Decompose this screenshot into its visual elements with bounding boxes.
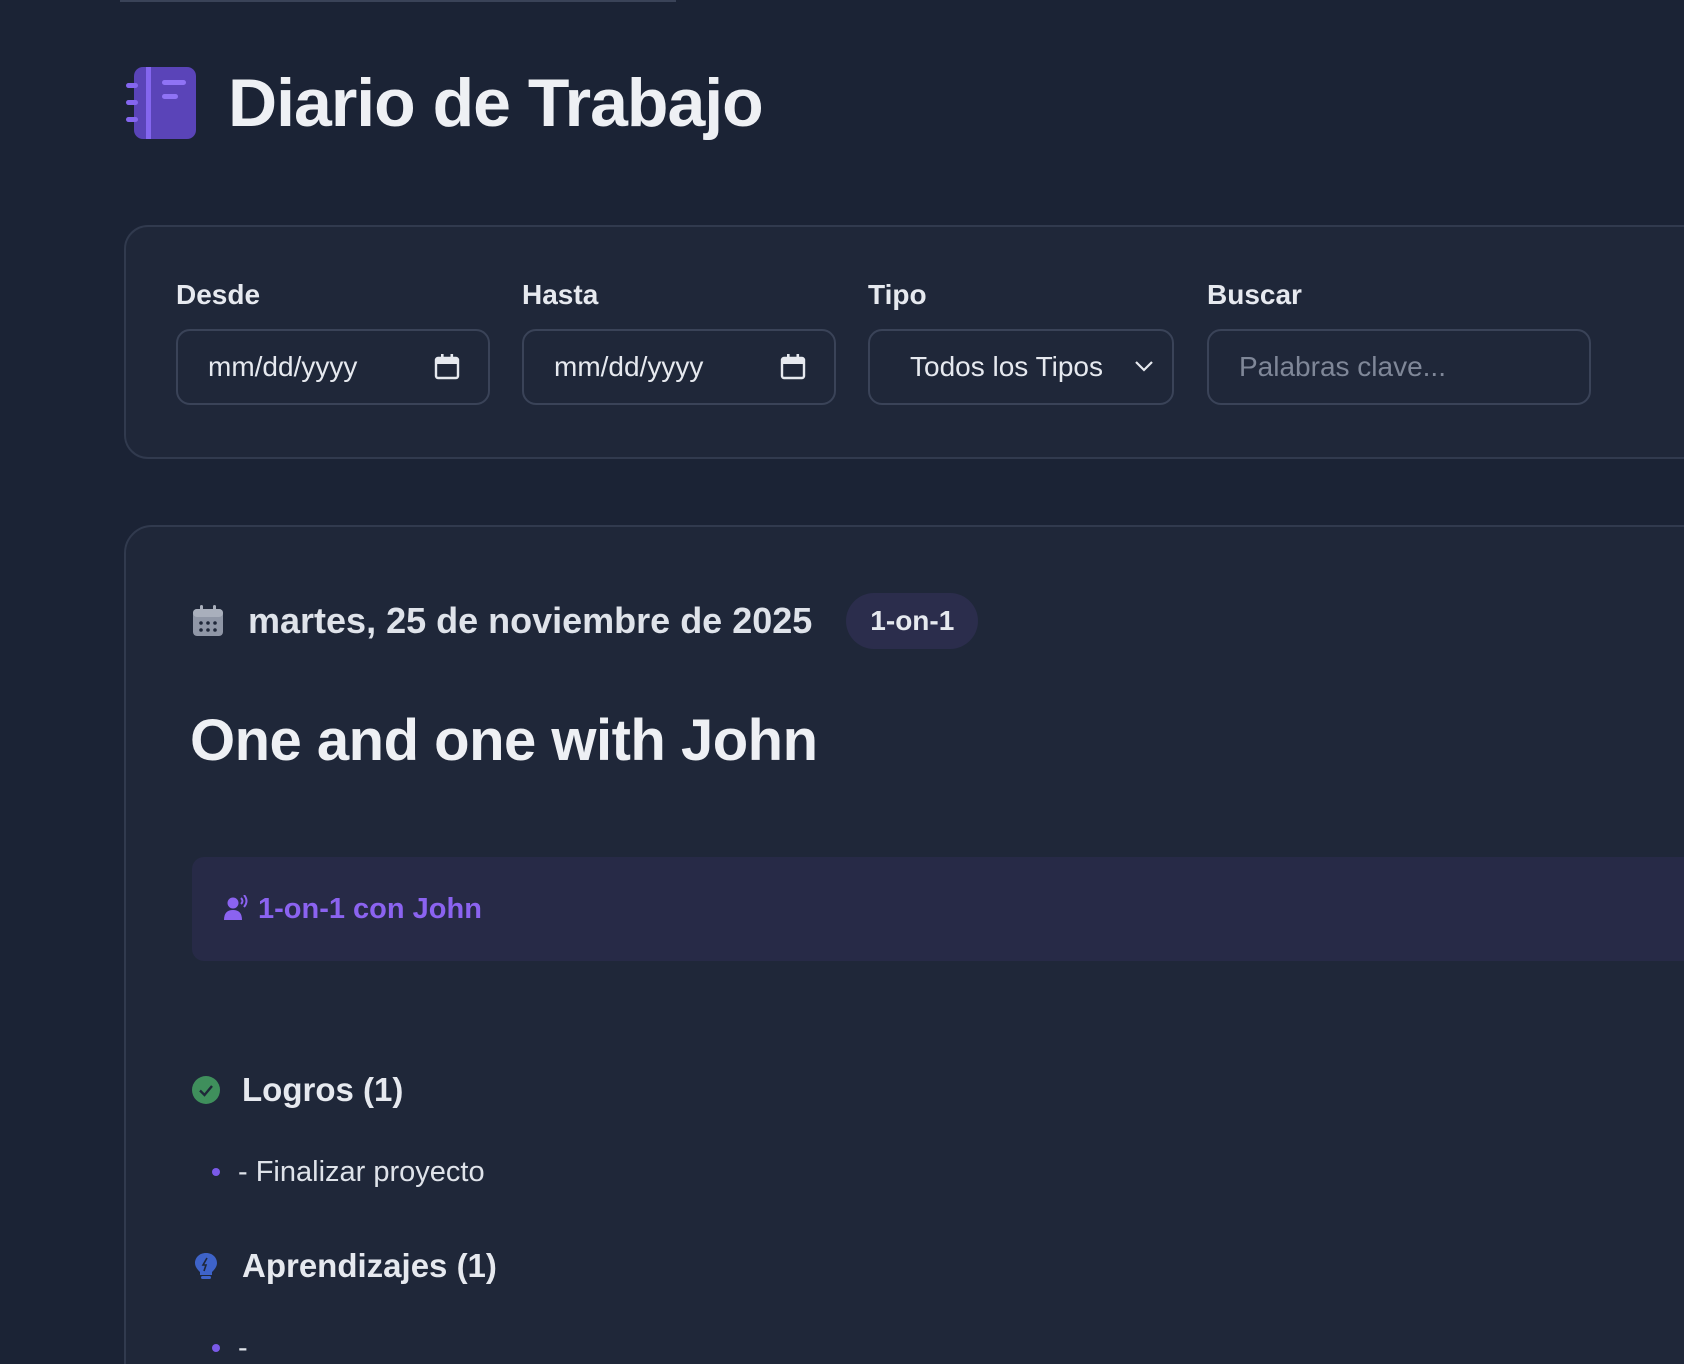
- section-logros: Logros (1): [192, 1065, 403, 1115]
- list-item-text: -: [238, 1331, 248, 1364]
- calendar-icon: [193, 605, 223, 636]
- person-speaking-icon: [224, 895, 248, 920]
- notebook-icon: [126, 67, 196, 139]
- page-header: Diario de Trabajo: [126, 65, 764, 141]
- entry-card: martes, 25 de noviembre de 2025 1-on-1 O…: [124, 525, 1684, 1364]
- filter-type-label: Tipo: [868, 279, 927, 310]
- filter-from: Desde mm/dd/yyyy: [176, 279, 490, 405]
- meeting-label: 1-on-1 con John: [258, 892, 482, 925]
- meeting-box: 1-on-1 con John: [192, 857, 1684, 961]
- entry-date-row: martes, 25 de noviembre de 2025 1-on-1: [192, 591, 979, 651]
- section-aprendizajes: Aprendizajes (1): [192, 1241, 497, 1291]
- page: Diario de Trabajo Desde mm/dd/yyyy Hasta…: [0, 0, 1684, 1364]
- date-to-input[interactable]: mm/dd/yyyy: [522, 329, 836, 405]
- calendar-icon[interactable]: [434, 354, 460, 380]
- filter-search-label: Buscar: [1207, 279, 1302, 310]
- chevron-down-icon: [1135, 361, 1153, 372]
- type-select[interactable]: Todos los Tipos: [868, 329, 1174, 405]
- date-from-input[interactable]: mm/dd/yyyy: [176, 329, 490, 405]
- calendar-icon[interactable]: [780, 354, 806, 380]
- date-from-value: mm/dd/yyyy: [208, 351, 358, 382]
- search-placeholder: Palabras clave...: [1239, 351, 1446, 382]
- filter-search: Buscar Palabras clave...: [1207, 279, 1591, 405]
- entry-date: martes, 25 de noviembre de 2025: [248, 600, 813, 641]
- top-divider: [120, 0, 676, 2]
- entry-type-badge: 1-on-1: [846, 593, 979, 649]
- date-to-value: mm/dd/yyyy: [554, 351, 704, 382]
- filters-card: Desde mm/dd/yyyy Hasta mm/dd/yyyy Tipo T…: [124, 225, 1684, 459]
- bullet: [212, 1344, 220, 1352]
- section-title: Aprendizajes (1): [242, 1247, 497, 1284]
- filter-to-label: Hasta: [522, 279, 599, 310]
- list-item-text: - Finalizar proyecto: [238, 1155, 485, 1188]
- lightbulb-icon: [195, 1253, 217, 1279]
- search-input[interactable]: Palabras clave...: [1207, 329, 1591, 405]
- type-select-value: Todos los Tipos: [910, 351, 1103, 382]
- section-title: Logros (1): [242, 1071, 404, 1108]
- filter-from-label: Desde: [176, 279, 261, 310]
- filter-type: Tipo Todos los Tipos: [868, 279, 1174, 405]
- bullet: [212, 1168, 220, 1176]
- entry-title: One and one with John: [190, 708, 818, 773]
- page-title: Diario de Trabajo: [228, 65, 764, 141]
- list-item: -: [212, 1328, 248, 1364]
- filter-to: Hasta mm/dd/yyyy: [522, 279, 836, 405]
- list-item: - Finalizar proyecto: [212, 1152, 485, 1192]
- check-circle-icon: [192, 1076, 220, 1104]
